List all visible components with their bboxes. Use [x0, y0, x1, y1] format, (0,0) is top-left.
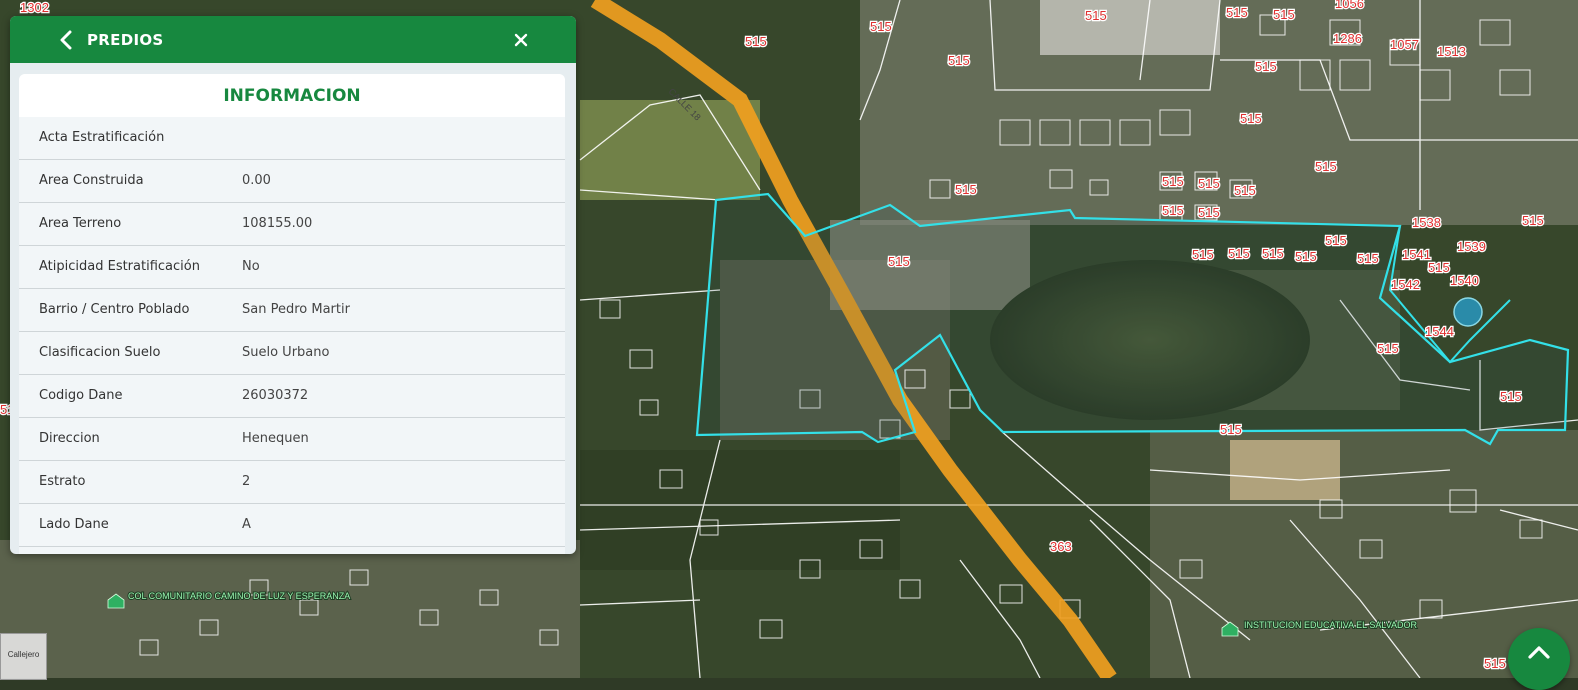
info-row-estrato: Estrato 2 [19, 461, 565, 504]
svg-text:515: 515 [1262, 246, 1284, 261]
svg-text:1541: 1541 [1402, 247, 1431, 262]
svg-text:515: 515 [870, 19, 892, 34]
row-value: 0.00 [242, 173, 271, 188]
row-value: 2 [242, 474, 251, 489]
svg-text:1513: 1513 [1437, 44, 1466, 59]
svg-text:1542: 1542 [1391, 277, 1420, 292]
svg-text:515: 515 [1357, 251, 1379, 266]
svg-text:515: 515 [1325, 233, 1347, 248]
svg-text:515: 515 [1162, 203, 1184, 218]
svg-text:1302: 1302 [20, 0, 49, 15]
svg-text:515: 515 [1192, 247, 1214, 262]
info-row-barrio: Barrio / Centro Poblado San Pedro Martir [19, 289, 565, 332]
card-header: INFORMACION [19, 74, 565, 117]
row-label: Area Terreno [39, 216, 122, 231]
row-label: Codigo Dane [39, 388, 123, 403]
panel-title: PREDIOS [87, 31, 164, 49]
predios-panel: PREDIOS INFORMACION Acta Estratificación… [10, 16, 576, 554]
svg-text:515: 515 [1295, 249, 1317, 264]
basemap-label: Callejero [7, 650, 40, 659]
svg-text:1538: 1538 [1412, 215, 1441, 230]
svg-text:1539: 1539 [1457, 239, 1486, 254]
row-label: Direccion [39, 431, 100, 446]
close-button[interactable] [508, 27, 534, 53]
svg-text:515: 515 [1198, 176, 1220, 191]
svg-text:515: 515 [1234, 183, 1256, 198]
row-label: Estrato [39, 474, 86, 489]
basemap-switcher[interactable]: Callejero [0, 633, 47, 680]
svg-text:515: 515 [1428, 260, 1450, 275]
close-icon [514, 33, 528, 47]
svg-text:1286: 1286 [1333, 31, 1362, 46]
svg-text:INSTITUCION EDUCATIVA EL SALVA: INSTITUCION EDUCATIVA EL SALVADOR [1244, 620, 1418, 630]
info-card: INFORMACION Acta Estratificación Area Co… [19, 74, 565, 554]
row-label: Clasificacion Suelo [39, 345, 161, 360]
svg-text:1540: 1540 [1450, 273, 1479, 288]
row-label: Barrio / Centro Poblado [39, 302, 190, 317]
svg-text:515: 515 [1220, 422, 1242, 437]
svg-text:515: 515 [955, 182, 977, 197]
svg-text:515: 515 [1522, 213, 1544, 228]
svg-text:515: 515 [745, 34, 767, 49]
svg-text:1544: 1544 [1425, 324, 1454, 339]
svg-text:1056: 1056 [1335, 0, 1364, 11]
svg-text:515: 515 [1500, 389, 1522, 404]
chevron-left-icon [60, 30, 72, 50]
row-label: Acta Estratificación [39, 130, 165, 145]
location-marker-icon[interactable] [1453, 297, 1483, 327]
row-label: Atipicidad Estratificación [39, 259, 200, 274]
info-row-atipicidad: Atipicidad Estratificación No [19, 246, 565, 289]
svg-text:515: 515 [1273, 7, 1295, 22]
row-label: Lado Dane [39, 517, 109, 532]
svg-text:515: 515 [1198, 205, 1220, 220]
svg-text:515: 515 [1255, 59, 1277, 74]
info-row-codigo-dane: Codigo Dane 26030372 [19, 375, 565, 418]
row-value: San Pedro Martir [242, 302, 350, 317]
expand-button[interactable] [1508, 628, 1570, 690]
row-value: Henequen [242, 431, 309, 446]
svg-text:515: 515 [948, 53, 970, 68]
info-row-area-terreno: Area Terreno 108155.00 [19, 203, 565, 246]
svg-text:1057: 1057 [1390, 37, 1419, 52]
card-title: INFORMACION [223, 85, 361, 106]
row-value: Suelo Urbano [242, 345, 330, 360]
info-row-area-construida: Area Construida 0.00 [19, 160, 565, 203]
svg-text:515: 515 [1377, 341, 1399, 356]
info-row-acta: Acta Estratificación [19, 117, 565, 160]
row-label: Area Construida [39, 173, 144, 188]
chevron-up-icon [1528, 646, 1550, 659]
svg-text:363: 363 [1050, 539, 1072, 554]
row-value: 108155.00 [242, 216, 313, 231]
row-value: No [242, 259, 260, 274]
info-row-direccion: Direccion Henequen [19, 418, 565, 461]
back-button[interactable] [54, 27, 78, 53]
info-row-clasificacion: Clasificacion Suelo Suelo Urbano [19, 332, 565, 375]
svg-text:515: 515 [1228, 246, 1250, 261]
svg-text:515: 515 [1085, 8, 1107, 23]
svg-text:515: 515 [1315, 159, 1337, 174]
row-value: A [242, 517, 251, 532]
panel-header: PREDIOS [10, 16, 576, 63]
svg-text:COL COMUNITARIO CAMINO DE LUZ: COL COMUNITARIO CAMINO DE LUZ Y ESPERANZ… [128, 591, 350, 601]
svg-text:515: 515 [1226, 5, 1248, 20]
row-value: 26030372 [242, 388, 309, 403]
info-row-lado-dane: Lado Dane A [19, 504, 565, 547]
svg-text:515: 515 [1240, 111, 1262, 126]
svg-text:515: 515 [1484, 656, 1506, 671]
svg-text:515: 515 [888, 254, 910, 269]
svg-text:515: 515 [1162, 174, 1184, 189]
